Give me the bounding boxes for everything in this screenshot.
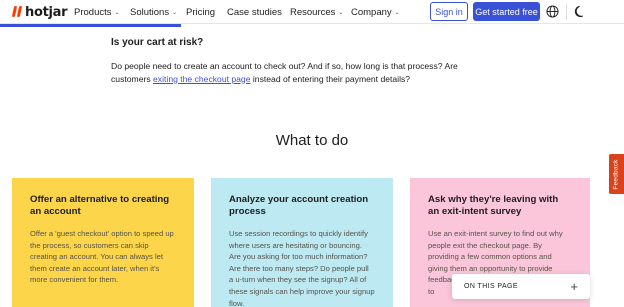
nav-pricing[interactable]: Pricing (186, 0, 215, 24)
card-body: Offer a 'guest checkout' option to speed… (30, 229, 174, 285)
nav-resources[interactable]: Resources ⌄ (290, 0, 343, 24)
header-divider (566, 4, 567, 20)
card-guest-checkout: Offer an alternative to creating an acco… (12, 178, 194, 307)
card-title: Ask why they're leaving with an exit-int… (428, 194, 559, 217)
chevron-down-icon: ⌄ (172, 9, 178, 16)
nav-products-label: Products (74, 6, 112, 18)
card-body: Use session recordings to quickly identi… (229, 229, 375, 307)
hotjar-flame-icon (11, 6, 23, 18)
chevron-down-icon: ⌄ (114, 9, 120, 16)
globe-icon[interactable] (546, 5, 559, 18)
card-title: Offer an alternative to creating an acco… (30, 194, 170, 217)
nav-case-studies[interactable]: Case studies (227, 0, 282, 24)
card-title: Analyze your account creation process (229, 194, 369, 217)
brand-name: hotjar (25, 4, 68, 20)
exiting-checkout-link[interactable]: exiting the checkout page (153, 74, 250, 84)
question-title: Is your cart at risk? (111, 37, 204, 48)
chevron-down-icon: ⌄ (338, 9, 344, 16)
question-text-after: instead of entering their payment detail… (250, 73, 411, 84)
get-started-button[interactable]: Get started free (473, 2, 540, 21)
site-header: hotjar Products ⌄ Solutions ⌄ Pricing Case… (0, 0, 624, 24)
feedback-label: Feedback (613, 158, 620, 190)
section-title: What to do (275, 132, 349, 149)
nav-company-label: Company (351, 6, 392, 18)
chevron-down-icon: ⌄ (394, 9, 400, 16)
nav-pricing-label: Pricing (186, 6, 216, 18)
on-this-page-label: ON THIS PAGE (464, 283, 518, 290)
feedback-tab[interactable]: Feedback (609, 154, 624, 194)
dark-mode-icon[interactable] (574, 5, 587, 18)
nav-solutions-label: Solutions (130, 6, 170, 18)
nav-company[interactable]: Company ⌄ (351, 0, 400, 24)
nav-products[interactable]: Products ⌄ (74, 0, 120, 24)
sign-in-button[interactable]: Sign in (430, 2, 468, 21)
question-text: Do people need to create an account to c… (111, 60, 471, 85)
nav-solutions[interactable]: Solutions ⌄ (130, 0, 177, 24)
plus-icon: + (570, 279, 578, 294)
nav-case-studies-label: Case studies (227, 6, 282, 18)
hotjar-logo[interactable]: hotjar (11, 4, 68, 20)
card-account-creation: Analyze your account creation process Us… (211, 178, 393, 307)
reading-progress-bar (0, 24, 181, 27)
nav-resources-label: Resources (290, 6, 336, 18)
on-this-page-toggle[interactable]: ON THIS PAGE + (452, 274, 590, 299)
